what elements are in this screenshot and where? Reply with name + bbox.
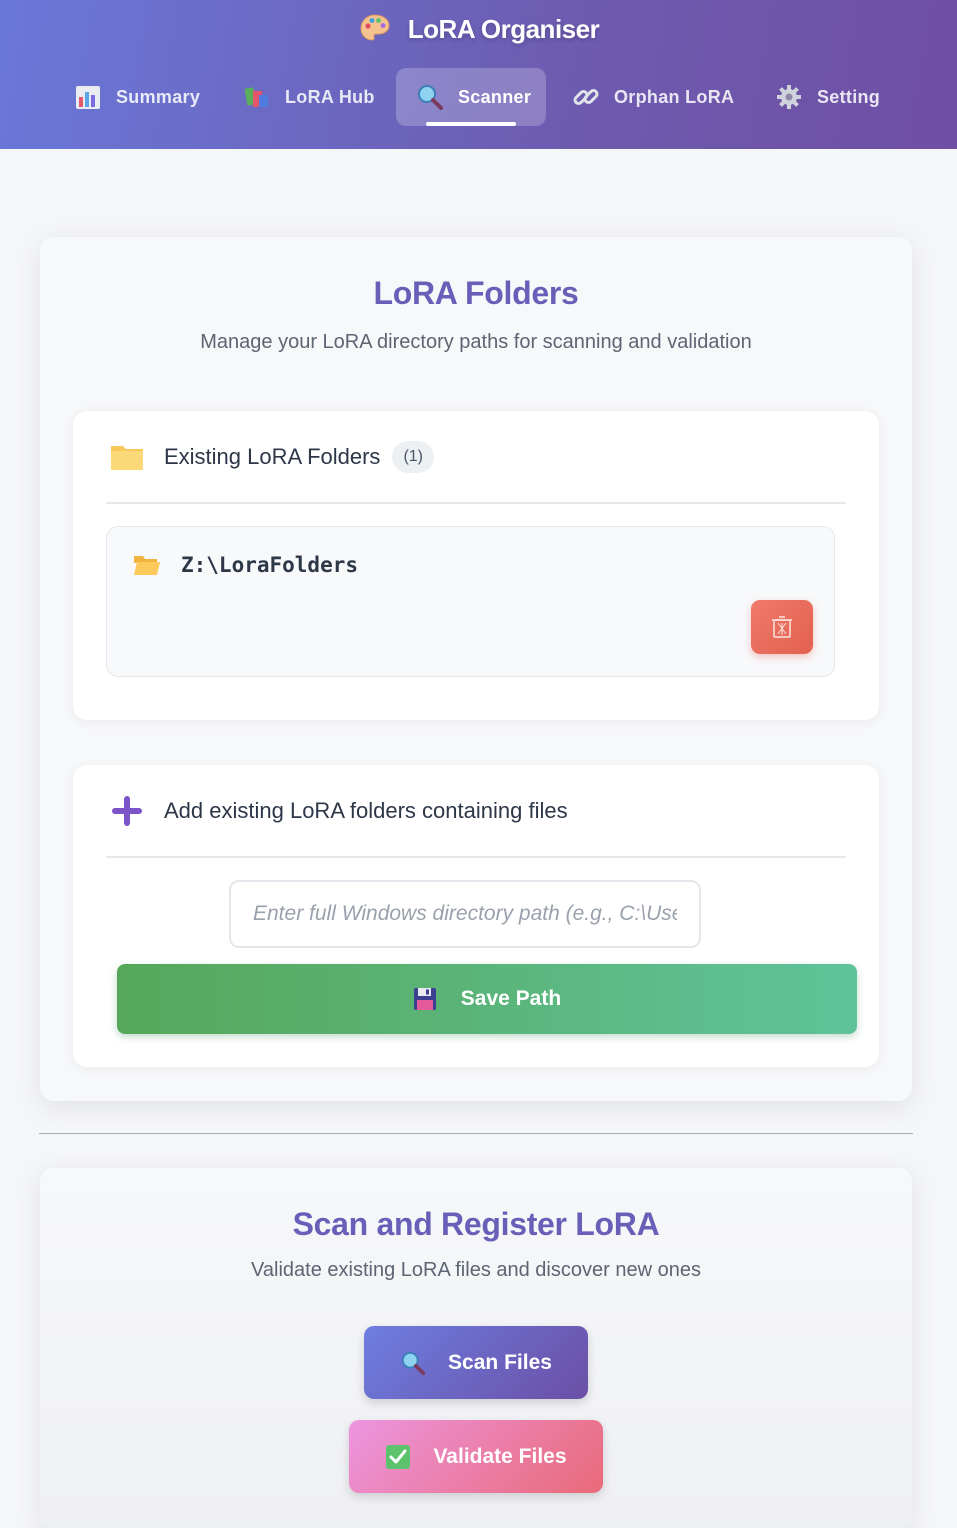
check-mark-icon [385, 1444, 411, 1470]
gear-icon [775, 83, 803, 111]
app-title-bar: LoRA Organiser [0, 12, 957, 46]
main-nav: Summary LoRA Hub Scanner Orphan LoRA Set… [0, 68, 957, 126]
section-divider [39, 1133, 913, 1134]
tab-setting-label: Setting [817, 86, 881, 107]
existing-folders-header: Existing LoRA Folders (1) [106, 411, 846, 504]
tab-lora-hub[interactable]: LoRA Hub [229, 68, 389, 126]
tab-orphan-lora-label: Orphan LoRA [614, 86, 735, 107]
magnifier-icon [416, 83, 444, 111]
add-folder-heading: Add existing LoRA folders containing fil… [164, 797, 568, 823]
scan-files-label: Scan Files [448, 1350, 552, 1374]
tab-summary-label: Summary [116, 86, 201, 107]
lora-folders-card: LoRA Folders Manage your LoRA directory … [40, 237, 912, 1101]
scan-files-button[interactable]: Scan Files [364, 1326, 588, 1399]
folder-path-input[interactable] [229, 880, 701, 948]
validate-files-label: Validate Files [433, 1444, 567, 1468]
tab-setting[interactable]: Setting [761, 68, 894, 126]
folder-count-badge: (1) [392, 440, 434, 473]
validate-files-button[interactable]: Validate Files [349, 1420, 603, 1493]
palette-icon [358, 12, 392, 46]
existing-folders-panel: Existing LoRA Folders (1) Z:\LoraFolders [73, 411, 879, 720]
folder-path-text: Z:\LoraFolders [181, 553, 359, 577]
open-folder-icon [133, 553, 161, 577]
save-path-label: Save Path [460, 987, 562, 1010]
lora-folders-title: LoRA Folders [373, 275, 579, 311]
app-header: LoRA Organiser Summary LoRA Hub Scanner … [0, 0, 957, 149]
link-icon [572, 83, 600, 111]
tab-lora-hub-label: LoRA Hub [285, 86, 375, 107]
tab-summary[interactable]: Summary [60, 68, 214, 126]
add-folder-header: Add existing LoRA folders containing fil… [106, 765, 846, 858]
scan-register-title: Scan and Register LoRA [292, 1206, 660, 1242]
bar-chart-icon [74, 83, 102, 111]
add-folder-panel: Add existing LoRA folders containing fil… [73, 765, 879, 1067]
plus-icon [110, 794, 144, 828]
save-path-button[interactable]: Save Path [117, 964, 857, 1034]
magnifier-icon [400, 1350, 426, 1376]
delete-folder-button[interactable] [751, 600, 813, 654]
tab-orphan-lora[interactable]: Orphan LoRA [558, 68, 748, 126]
lora-folders-subtitle: Manage your LoRA directory paths for sca… [200, 331, 752, 353]
tab-scanner-label: Scanner [458, 86, 532, 107]
tab-scanner[interactable]: Scanner [396, 68, 546, 126]
existing-folders-heading: Existing LoRA Folders [164, 443, 381, 469]
floppy-disk-icon [413, 987, 437, 1011]
folder-icon [110, 442, 144, 472]
books-icon [243, 83, 271, 111]
scan-register-card: Scan and Register LoRA Validate existing… [40, 1168, 912, 1528]
folder-path-row: Z:\LoraFolders [133, 553, 358, 577]
trash-icon [771, 615, 793, 639]
app-title: LoRA Organiser [407, 13, 600, 44]
scan-register-subtitle: Validate existing LoRA files and discove… [251, 1259, 701, 1281]
folder-list-item: Z:\LoraFolders [106, 526, 835, 677]
